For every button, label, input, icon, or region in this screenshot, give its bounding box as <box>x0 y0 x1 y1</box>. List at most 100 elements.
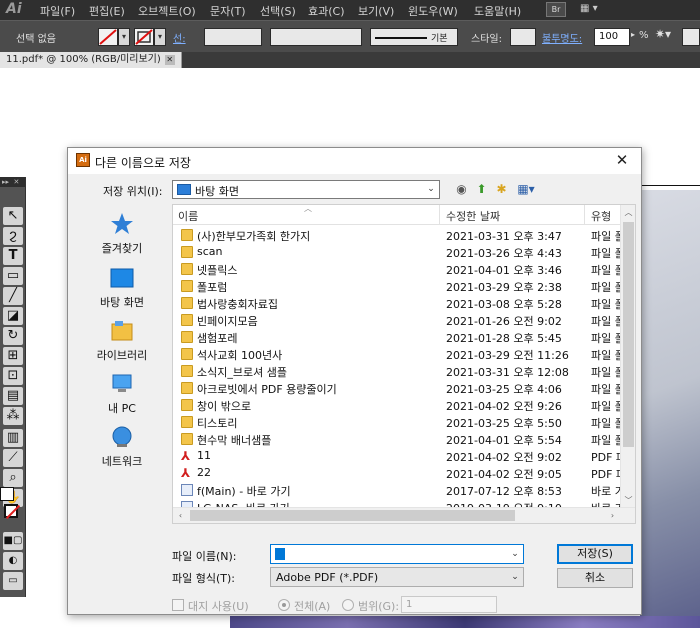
stroke-weight-link[interactable]: 선: <box>173 34 186 45</box>
place-network[interactable]: 네트워크 <box>75 425 169 475</box>
vertical-scroll-thumb[interactable] <box>623 222 634 447</box>
file-row[interactable]: 샘험포레 2021-01-28 오후 5:45 파일 폴더 <box>173 329 621 346</box>
scroll-up-icon[interactable]: ︿ <box>621 205 635 220</box>
place-favorites[interactable]: 즐겨찾기 <box>75 212 169 262</box>
scroll-right-icon[interactable]: › <box>605 508 620 523</box>
all-radio[interactable] <box>278 599 290 611</box>
cancel-button[interactable]: 취소 <box>557 568 633 588</box>
close-tab-icon[interactable]: ✕ <box>164 55 175 65</box>
column-name[interactable]: 이름 <box>178 208 198 224</box>
stroke-dropdown[interactable]: ▾ <box>154 28 166 46</box>
file-row[interactable]: 폴포럼 2021-03-29 오후 2:38 파일 폴더 <box>173 278 621 295</box>
fill-swatch[interactable] <box>98 28 118 46</box>
free-transform-tool-icon[interactable]: ⊞ <box>3 347 23 365</box>
opacity-link[interactable]: 불투명도: <box>542 34 582 45</box>
fill-dropdown[interactable]: ▾ <box>118 28 130 46</box>
sort-ascending-icon: ︿ <box>304 204 312 213</box>
up-folder-icon[interactable]: ⬆ <box>474 182 489 197</box>
arrange-documents-icon[interactable]: ▦ ▾ <box>580 3 608 16</box>
scroll-left-icon[interactable]: ‹ <box>173 508 188 523</box>
save-button[interactable]: 저장(S) <box>557 544 633 564</box>
close-icon[interactable]: ✕ <box>613 151 631 169</box>
place-this-pc[interactable]: 내 PC <box>75 372 169 422</box>
artboards-checkbox[interactable] <box>172 599 184 611</box>
place-libraries[interactable]: 라이브러리 <box>75 319 169 369</box>
menu-select[interactable]: 선택(S) <box>260 3 296 19</box>
rectangle-tool-icon[interactable]: ▭ <box>3 267 23 285</box>
fill-color-swatch[interactable] <box>0 487 14 501</box>
recolor-artwork-icon[interactable]: ✷▾ <box>655 27 671 41</box>
file-row[interactable]: scan 2021-03-26 오후 4:43 파일 폴더 <box>173 244 621 261</box>
draw-mode-icon[interactable]: ◐ <box>3 552 23 570</box>
scroll-down-icon[interactable]: ﹀ <box>621 493 635 508</box>
file-type: 파일 폴더 <box>591 264 621 277</box>
view-menu-icon[interactable]: ▦▾ <box>514 182 538 197</box>
bridge-button[interactable]: Br <box>546 2 566 17</box>
place-label: 내 PC <box>108 402 136 415</box>
file-row[interactable]: 소식지_브로셔 샘플 2021-03-31 오후 12:08 파일 폴더 <box>173 363 621 380</box>
rotate-tool-icon[interactable]: ↻ <box>3 327 23 345</box>
menu-object[interactable]: 오브젝트(O) <box>138 3 196 19</box>
stroke-weight-field[interactable] <box>204 28 262 46</box>
horizontal-scrollbar[interactable]: ‹ › <box>173 507 635 523</box>
document-tab[interactable]: 11.pdf* @ 100% (RGB/미리보기) ✕ <box>0 52 182 68</box>
opacity-input[interactable]: 100 <box>594 28 630 46</box>
menu-window[interactable]: 윈도우(W) <box>408 3 458 19</box>
file-row[interactable]: 법사랑충회자료집 2021-03-08 오후 5:28 파일 폴더 <box>173 295 621 312</box>
color-mode-icon[interactable]: ■▢ <box>3 532 23 550</box>
paintbrush-tool-icon[interactable]: ╱ <box>3 287 23 305</box>
menu-help[interactable]: 도움말(H) <box>474 3 521 19</box>
file-type: 파일 폴더 <box>591 230 621 243</box>
vertical-scrollbar[interactable]: ︿ ﹀ <box>620 205 635 508</box>
horizontal-scroll-thumb[interactable] <box>190 510 515 521</box>
range-input[interactable]: 1 <box>401 596 497 613</box>
chevron-down-icon[interactable]: ⌄ <box>510 549 520 559</box>
file-row[interactable]: 창이 밖으로 2021-04-02 오전 9:26 파일 폴더 <box>173 397 621 414</box>
file-list[interactable]: ︿ 이름 수정한 날짜 유형 (사)한부모가족회 한가지 2021-03-31 오… <box>172 204 636 524</box>
file-row[interactable]: 현수막 배너샘플 2021-04-01 오후 5:54 파일 폴더 <box>173 431 621 448</box>
variable-width-field[interactable] <box>270 28 362 46</box>
lasso-tool-icon[interactable]: ϩ <box>3 227 23 245</box>
column-type[interactable]: 유형 <box>591 208 611 224</box>
file-name-input[interactable]: ⌄ <box>270 544 524 564</box>
menu-edit[interactable]: 편집(E) <box>89 3 125 19</box>
menu-file[interactable]: 파일(F) <box>40 3 75 19</box>
column-date[interactable]: 수정한 날짜 <box>446 208 500 224</box>
look-in-dropdown[interactable]: 바탕 화면 ⌄ <box>172 180 440 199</box>
graph-tool-icon[interactable]: ▥ <box>3 429 23 447</box>
eyedropper-tool-icon[interactable]: ⟋ <box>3 449 23 467</box>
folder-icon <box>181 399 193 411</box>
screen-mode-icon[interactable]: ▭ <box>3 572 23 590</box>
graphic-style-field[interactable] <box>510 28 536 46</box>
file-row[interactable]: 넷플릭스 2021-04-01 오후 3:46 파일 폴더 <box>173 261 621 278</box>
place-desktop[interactable]: 바탕 화면 <box>75 266 169 316</box>
menu-effect[interactable]: 효과(C) <box>308 3 345 19</box>
stroke-swatch[interactable] <box>134 28 154 46</box>
selection-tool-icon[interactable]: ↖ <box>3 207 23 225</box>
file-row[interactable]: 티스토리 2021-03-25 오후 5:50 파일 폴더 <box>173 414 621 431</box>
file-date: 2021-04-02 오전 9:26 <box>446 400 562 413</box>
tools-panel-header[interactable]: ▸▸ ✕ <box>0 177 25 187</box>
file-row[interactable]: ⅄ 11 2021-04-02 오전 9:02 PDF 파일 <box>173 448 621 465</box>
file-row[interactable]: 석사교회 100년사 2021-03-29 오전 11:26 파일 폴더 <box>173 346 621 363</box>
stroke-color-swatch[interactable] <box>4 504 18 518</box>
eraser-tool-icon[interactable]: ◪ <box>3 307 23 325</box>
brush-definition-field[interactable]: 기본 <box>370 28 458 46</box>
range-radio[interactable] <box>342 599 354 611</box>
back-icon[interactable]: ◉ <box>454 182 469 197</box>
file-row[interactable]: (사)한부모가족회 한가지 2021-03-31 오후 3:47 파일 폴더 <box>173 227 621 244</box>
align-field[interactable] <box>682 28 700 46</box>
file-row[interactable]: f(Main) - 바로 가기 2017-07-12 오후 8:53 바로 가기 <box>173 482 621 499</box>
blend-tool-icon[interactable]: ⁂ <box>3 407 23 425</box>
file-row[interactable]: 빈페이지모음 2021-01-26 오전 9:02 파일 폴더 <box>173 312 621 329</box>
menu-view[interactable]: 보기(V) <box>358 3 394 19</box>
shape-builder-tool-icon[interactable]: ⊡ <box>3 367 23 385</box>
file-type-dropdown[interactable]: Adobe PDF (*.PDF) ⌄ <box>270 567 524 587</box>
file-row[interactable]: 아크로빗에서 PDF 용량줄이기 2021-03-25 오후 4:06 파일 폴더 <box>173 380 621 397</box>
new-folder-icon[interactable]: ✱ <box>494 182 509 197</box>
type-tool-icon[interactable]: T <box>3 247 23 265</box>
zoom-tool-icon[interactable]: ⌕ <box>3 469 23 487</box>
file-row[interactable]: ⅄ 22 2021-04-02 오전 9:05 PDF 파일 <box>173 465 621 482</box>
menu-type[interactable]: 문자(T) <box>210 3 246 19</box>
gradient-tool-icon[interactable]: ▤ <box>3 387 23 405</box>
